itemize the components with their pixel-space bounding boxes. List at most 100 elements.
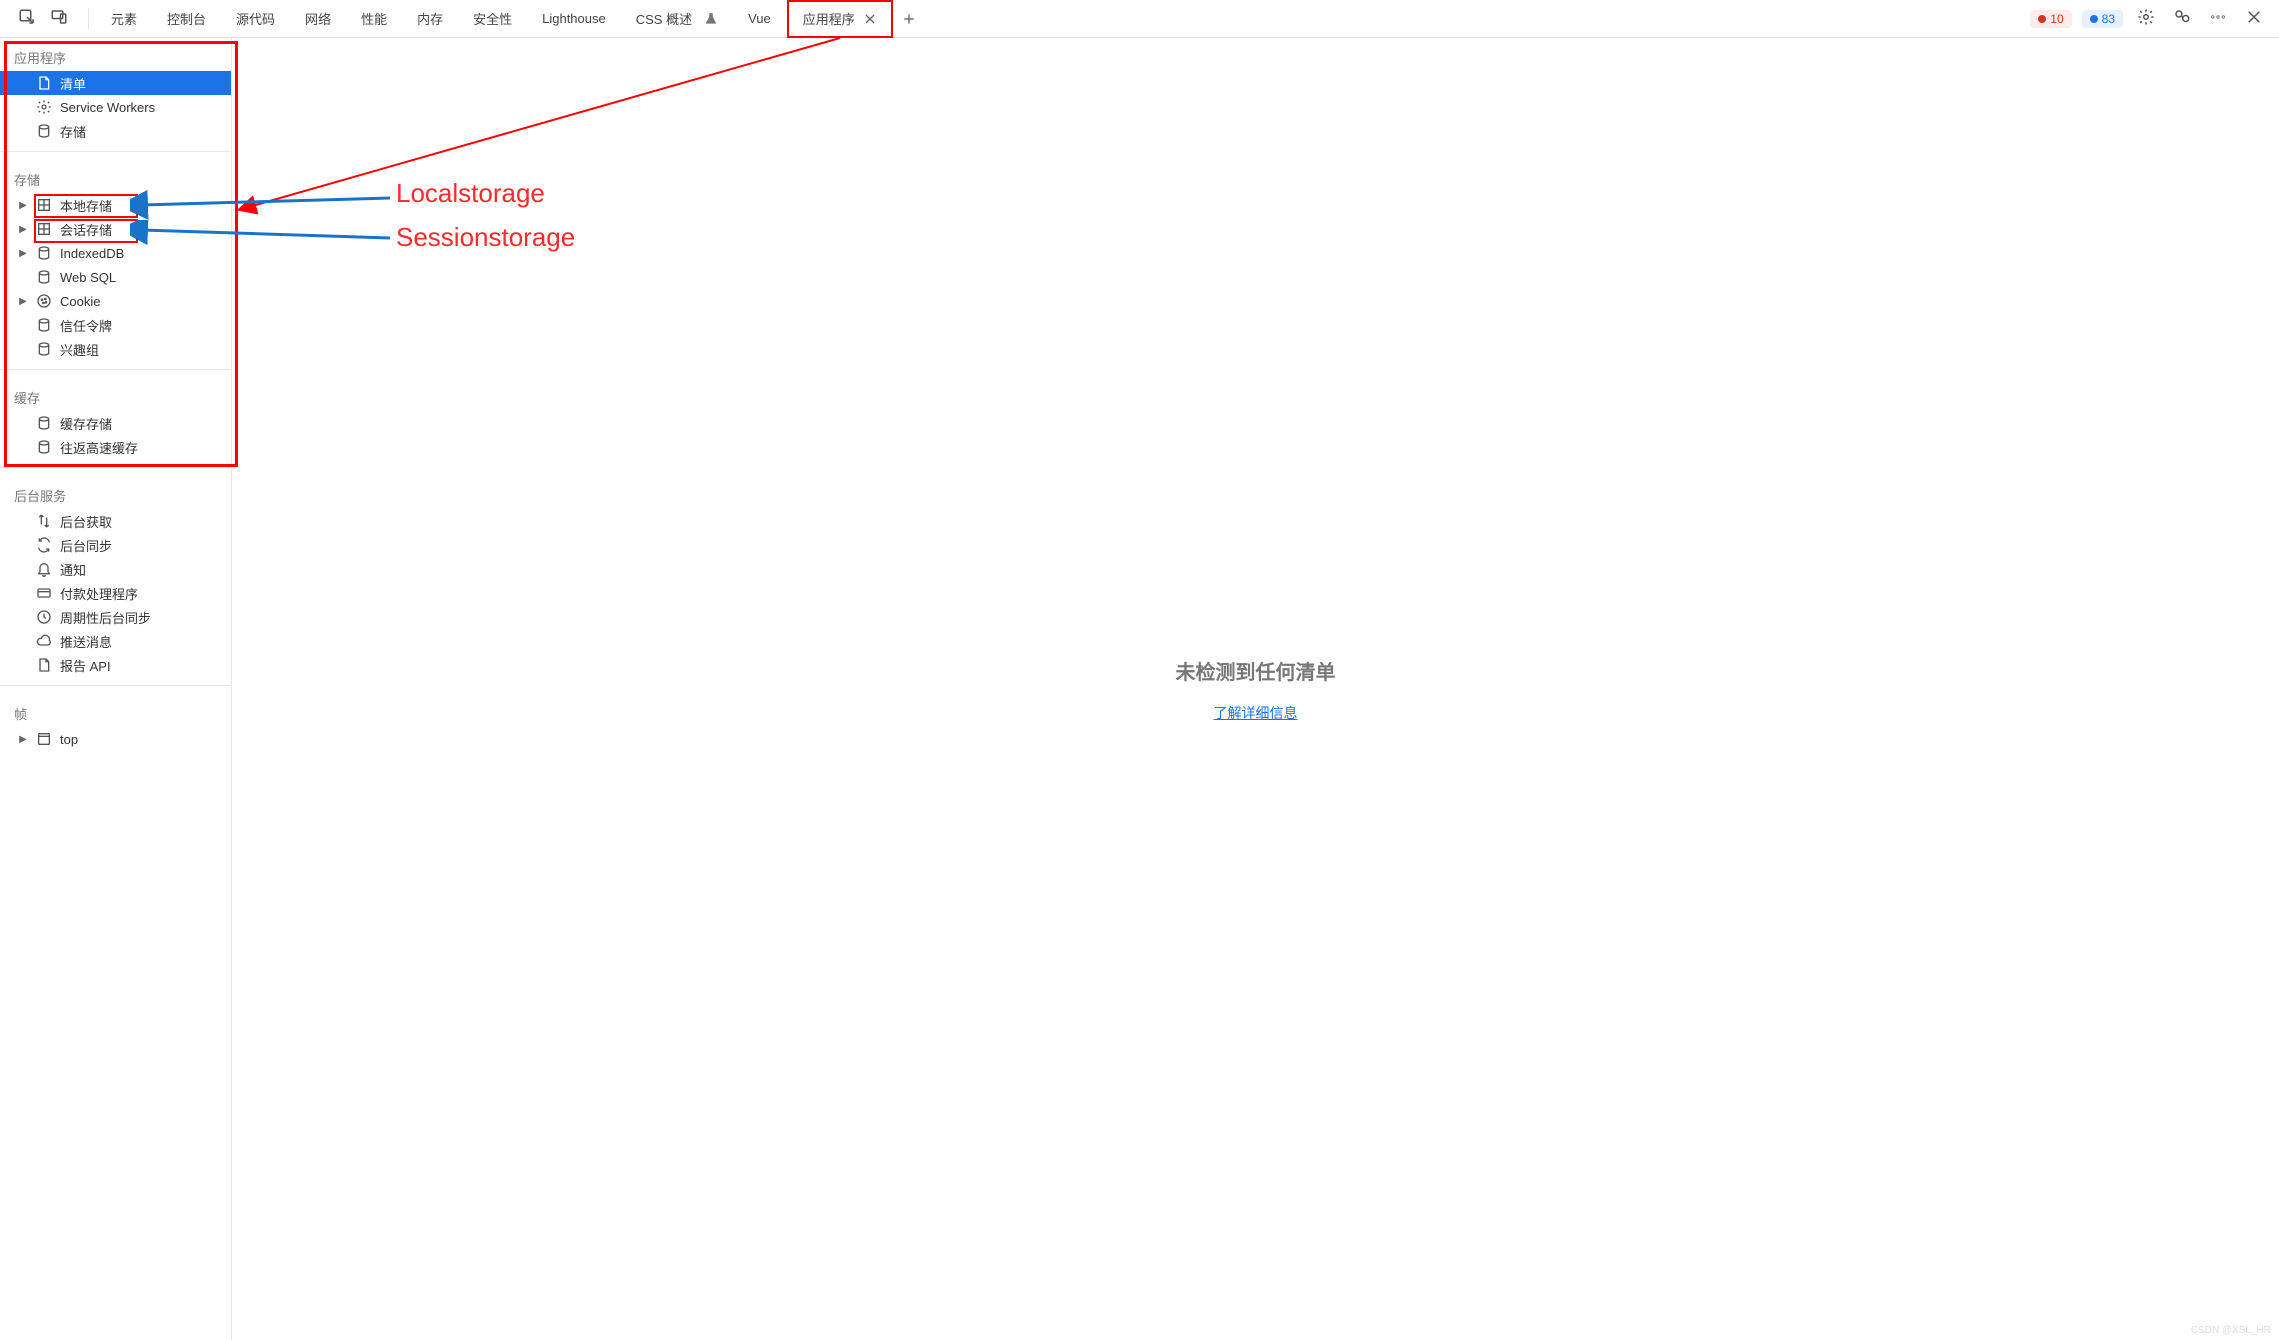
tab-label: 应用程序 [803,9,855,28]
database-icon [36,245,52,261]
sidebar-item-notifications[interactable]: ▶ 通知 [0,557,231,581]
tab-label: Lighthouse [542,11,606,26]
clock-icon [36,609,52,625]
info-count-badge[interactable]: 83 [2082,10,2123,28]
expand-arrow-icon[interactable]: ▶ [18,296,28,307]
sidebar-item-storage-root[interactable]: ▶ 存储 [0,119,231,143]
workspace: 应用程序 ▶ 清单 ▶ Service Workers ▶ 存储 存储 ▶ 本地… [0,38,2279,1340]
cookie-icon [36,293,52,309]
devtools-tabbar: 元素 控制台 源代码 网络 性能 内存 安全性 Lighthouse CSS 概… [0,0,2279,38]
tree-label: 通知 [60,560,86,579]
tab-security[interactable]: 安全性 [459,0,526,38]
database-icon [36,415,52,431]
beta-flag-icon [704,12,718,26]
tree-label: 存储 [60,122,86,141]
expand-arrow-icon[interactable]: ▶ [18,734,28,745]
sync-icon [36,537,52,553]
divider [0,369,231,370]
tree-label: IndexedDB [60,246,124,261]
tab-label: 内存 [417,9,443,28]
badge-value: 83 [2102,12,2115,26]
sidebar-item-payment[interactable]: ▶ 付款处理程序 [0,581,231,605]
file-icon [36,75,52,91]
divider [88,8,89,30]
tab-label: CSS 概述 [636,9,692,28]
divider [0,685,231,686]
section-title-frame: 帧 [0,694,231,727]
tab-label: 源代码 [236,9,275,28]
sidebar-item-reportapi[interactable]: ▶ 报告 API [0,653,231,677]
tree-label: Web SQL [60,270,116,285]
tree-label: 付款处理程序 [60,584,138,603]
tree-label: 报告 API [60,656,111,675]
add-tab-button[interactable] [899,9,919,29]
sidebar-item-cookies[interactable]: ▶ Cookie [0,289,231,313]
sidebar-item-push[interactable]: ▶ 推送消息 [0,629,231,653]
tree-label: Cookie [60,294,100,309]
tab-network[interactable]: 网络 [291,0,345,38]
sidebar-item-bgsync[interactable]: ▶ 后台同步 [0,533,231,557]
tab-elements[interactable]: 元素 [97,0,151,38]
bell-icon [36,561,52,577]
tree-label: 推送消息 [60,632,112,651]
tree-label: 信任令牌 [60,316,112,335]
divider [0,151,231,152]
info-dot-icon [2090,15,2098,23]
tree-label: 缓存存储 [60,414,112,433]
sidebar-item-manifest[interactable]: ▶ 清单 [0,71,231,95]
sidebar-item-interestgroup[interactable]: ▶ 兴趣组 [0,337,231,361]
more-icon[interactable] [2205,4,2231,33]
expand-arrow-icon[interactable]: ▶ [18,200,28,211]
sidebar-item-bgfetch[interactable]: ▶ 后台获取 [0,509,231,533]
sidebar-item-sw[interactable]: ▶ Service Workers [0,95,231,119]
sidebar-item-localstorage[interactable]: ▶ 本地存储 [0,193,231,217]
expand-arrow-icon[interactable]: ▶ [18,248,28,259]
sidebar-item-bfcache[interactable]: ▶ 往返高速缓存 [0,435,231,459]
card-icon [36,585,52,601]
main-content: 未检测到任何清单 了解详细信息 CSDN @XSL_HR [232,38,2279,1340]
tab-console[interactable]: 控制台 [153,0,220,38]
sidebar-item-periodicsync[interactable]: ▶ 周期性后台同步 [0,605,231,629]
gear-icon [36,99,52,115]
grid-icon [36,197,52,213]
feedback-icon[interactable] [2169,4,2195,33]
tree-label: 兴趣组 [60,340,99,359]
tabs-list: 元素 控制台 源代码 网络 性能 内存 安全性 Lighthouse CSS 概… [97,0,919,38]
sidebar-item-websql[interactable]: ▶ Web SQL [0,265,231,289]
section-title-app: 应用程序 [0,38,231,71]
sidebar-item-frame-top[interactable]: ▶ top [0,727,231,751]
grid-icon [36,221,52,237]
tree-label: 后台获取 [60,512,112,531]
tree-label: 周期性后台同步 [60,608,151,627]
error-count-badge[interactable]: 10 [2030,10,2071,28]
sidebar-item-cachestorage[interactable]: ▶ 缓存存储 [0,411,231,435]
tab-label: 性能 [361,9,387,28]
tab-application[interactable]: 应用程序 [787,0,893,38]
database-icon [36,341,52,357]
tree-label: Service Workers [60,100,155,115]
tabbar-device-icons [6,4,80,33]
error-dot-icon [2038,15,2046,23]
learn-more-link[interactable]: 了解详细信息 [1214,703,1298,723]
tree-label: 后台同步 [60,536,112,555]
inspect-element-icon[interactable] [14,4,40,33]
close-icon[interactable] [863,12,877,26]
sidebar-item-trusttoken[interactable]: ▶ 信任令牌 [0,313,231,337]
tab-lighthouse[interactable]: Lighthouse [528,0,620,38]
device-toggle-icon[interactable] [46,4,72,33]
sidebar-item-sessionstorage[interactable]: ▶ 会话存储 [0,217,231,241]
tab-sources[interactable]: 源代码 [222,0,289,38]
tab-label: 控制台 [167,9,206,28]
tab-memory[interactable]: 内存 [403,0,457,38]
expand-arrow-icon[interactable]: ▶ [18,224,28,235]
close-devtools-icon[interactable] [2241,4,2267,33]
tab-label: 元素 [111,9,137,28]
tab-performance[interactable]: 性能 [347,0,401,38]
tab-vue[interactable]: Vue [734,0,785,38]
cloud-icon [36,633,52,649]
sidebar-item-indexeddb[interactable]: ▶ IndexedDB [0,241,231,265]
tree-label: 会话存储 [60,220,112,239]
section-title-storage: 存储 [0,160,231,193]
settings-icon[interactable] [2133,4,2159,33]
tab-css-overview[interactable]: CSS 概述 [622,0,732,38]
